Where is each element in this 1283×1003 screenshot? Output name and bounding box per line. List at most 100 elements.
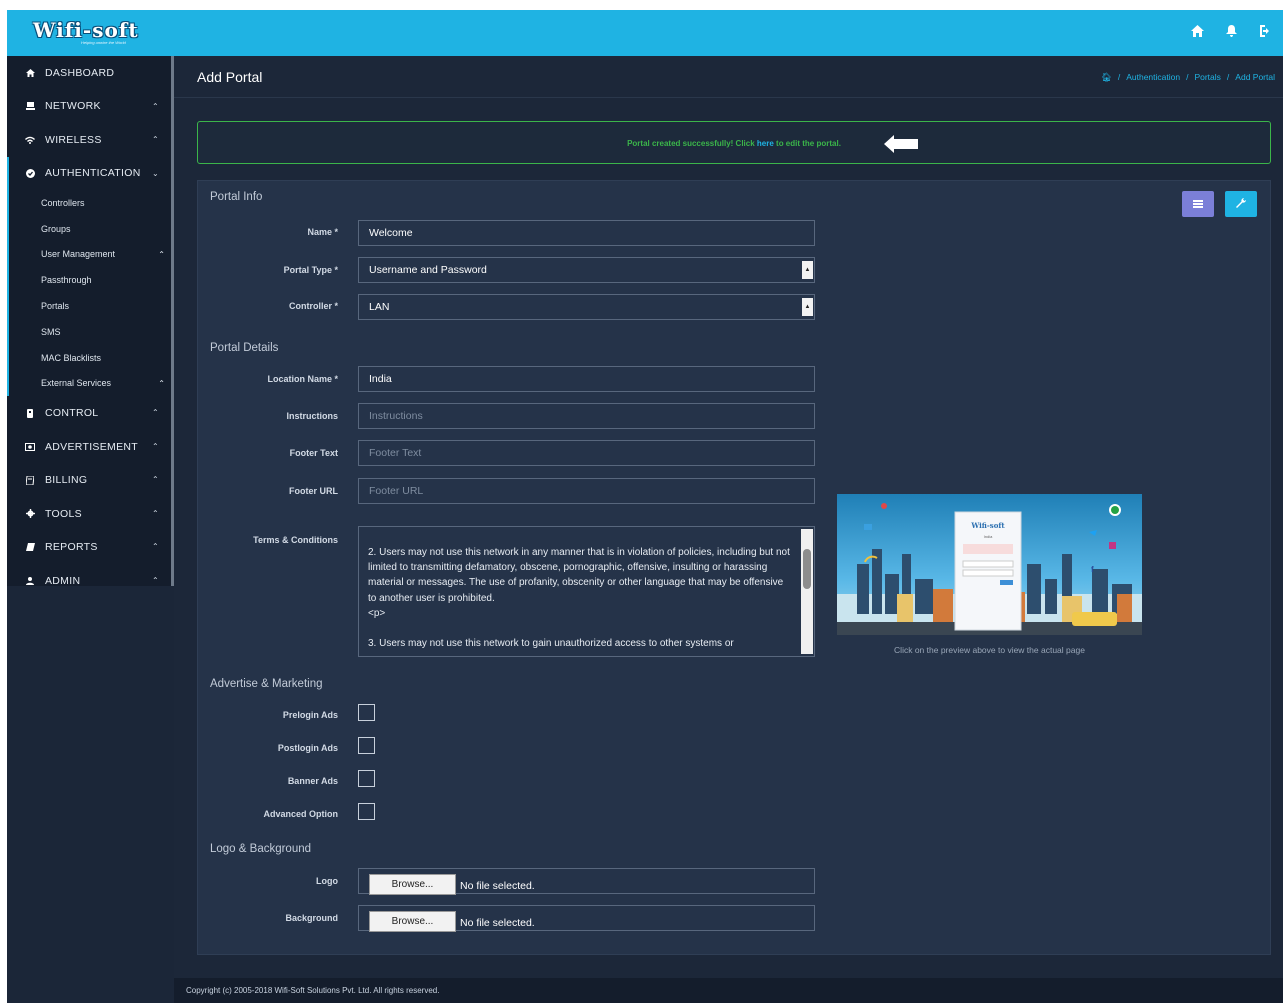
chevron-up-icon: ⌃: [151, 508, 159, 518]
sidebar-item-admin[interactable]: ADMIN ⌃: [7, 564, 171, 598]
submenu-item-groups[interactable]: Groups: [9, 216, 171, 242]
chevron-up-icon: ⌃: [151, 135, 159, 144]
chevron-up-icon: ⌃: [158, 378, 165, 388]
home-icon[interactable]: 🏠︎: [1101, 72, 1112, 82]
brand-logo[interactable]: Wifi-soft Helping unwire the World: [29, 16, 149, 50]
submenu-item-user-management[interactable]: User Management ⌃: [9, 242, 171, 268]
breadcrumb-authentication[interactable]: Authentication: [1126, 72, 1180, 82]
sidebar-item-control[interactable]: CONTROL ⌃: [7, 396, 171, 430]
advanced-option-label: Advanced Option: [263, 809, 338, 819]
alert-text-end: to edit the portal.: [773, 139, 841, 148]
submenu-item-external-services[interactable]: External Services ⌃: [9, 371, 171, 397]
submenu-item-sms[interactable]: SMS: [9, 319, 171, 345]
logo-label: Logo: [316, 876, 338, 886]
sidebar-item-reports[interactable]: REPORTS ⌃: [7, 530, 171, 564]
brand-tagline: Helping unwire the World: [81, 40, 126, 45]
sidebar-item-billing[interactable]: BILLING ⌃: [7, 463, 171, 497]
control-icon: [25, 408, 35, 418]
section-logo-background: Logo & Background: [210, 843, 312, 855]
home-icon[interactable]: [1189, 23, 1205, 39]
preview-caption: Click on the preview above to view the a…: [894, 645, 1085, 655]
name-label: Name *: [307, 227, 338, 237]
logo-browse-button[interactable]: Browse...: [369, 874, 456, 895]
dropdown-arrow-icon: ▲: [802, 298, 813, 316]
svg-text:Wifi-soft: Wifi-soft: [970, 521, 1005, 530]
name-input[interactable]: [358, 220, 815, 246]
submenu-item-mac-blacklists[interactable]: MAC Blacklists: [9, 345, 171, 371]
prelogin-ads-checkbox[interactable]: [358, 704, 375, 721]
submenu-item-passthrough[interactable]: Passthrough: [9, 267, 171, 293]
breadcrumb-add-portal[interactable]: Add Portal: [1235, 72, 1275, 82]
portal-form-panel: Portal Info Name * Portal Type * Usernam…: [197, 180, 1271, 955]
footer-url-input[interactable]: [358, 478, 815, 504]
home-icon: [25, 68, 35, 78]
sidebar-item-authentication[interactable]: AUTHENTICATION ⌄: [7, 156, 171, 190]
banner-ads-checkbox[interactable]: [358, 770, 375, 787]
sidebar-item-label: CONTROL: [45, 407, 99, 420]
sidebar-item-wireless[interactable]: WIRELESS ⌃: [7, 123, 171, 157]
portal-preview-image[interactable]: Wifi-soft India f: [837, 494, 1142, 635]
prelogin-ads-label: Prelogin Ads: [282, 710, 338, 720]
brand-name: Wifi-soft: [33, 18, 139, 42]
breadcrumb-portals[interactable]: Portals: [1194, 72, 1220, 82]
sidebar-item-label: WIRELESS: [45, 133, 102, 146]
wifi-icon: [25, 135, 35, 145]
footer-text-label: Footer Text: [289, 448, 338, 458]
list-button[interactable]: [1182, 191, 1214, 217]
location-name-input[interactable]: [358, 366, 815, 392]
app-window: Wifi-soft Helping unwire the World DASHB…: [7, 10, 1283, 1003]
logout-icon[interactable]: [1257, 23, 1273, 39]
background-browse-button[interactable]: Browse...: [369, 911, 456, 932]
portal-type-select[interactable]: Username and Password ▲: [358, 257, 815, 283]
background-no-file-text: No file selected.: [460, 917, 535, 929]
sidebar-item-label: ADMIN: [45, 574, 81, 587]
bell-icon[interactable]: [1223, 23, 1239, 39]
sidebar-item-tools[interactable]: TOOLS ⌃: [7, 497, 171, 531]
sidebar-item-label: AUTHENTICATION: [45, 167, 141, 180]
location-name-label: Location Name *: [267, 374, 338, 384]
monitor-icon: [25, 101, 35, 111]
sidebar-item-dashboard[interactable]: DASHBOARD: [7, 56, 171, 90]
sidebar-item-label: BILLING: [45, 474, 88, 487]
portal-type-value: Username and Password: [369, 264, 487, 276]
chevron-up-icon: ⌃: [151, 542, 159, 552]
sidebar-item-label: DASHBOARD: [45, 66, 115, 79]
terms-scrollbar[interactable]: [801, 529, 813, 654]
section-advertise: Advertise & Marketing: [210, 678, 323, 690]
instructions-input[interactable]: [358, 403, 815, 429]
wrench-icon: [1236, 195, 1246, 213]
main-content: Add Portal 🏠︎ / Authentication / Portals / Add…: [174, 56, 1283, 1003]
sidebar-item-network[interactable]: NETWORK ⌃: [7, 90, 171, 124]
instructions-label: Instructions: [286, 411, 338, 421]
submenu-item-portals[interactable]: Portals: [9, 293, 171, 319]
section-portal-details: Portal Details: [210, 342, 279, 354]
logo-file-input: Browse... No file selected.: [358, 868, 815, 895]
postlogin-ads-label: Postlogin Ads: [277, 743, 338, 753]
sidebar-item-label: TOOLS: [45, 507, 82, 520]
report-icon: [25, 542, 35, 552]
list-icon: [1193, 195, 1203, 213]
postlogin-ads-checkbox[interactable]: [358, 737, 375, 754]
terms-textarea[interactable]: 2. Users may not use this network in any…: [358, 526, 815, 657]
breadcrumb: 🏠︎ / Authentication / Portals / Add Portal: [1098, 72, 1278, 83]
page-header: Add Portal 🏠︎ / Authentication / Portals / Add…: [174, 56, 1283, 98]
sidebar-item-advertisement[interactable]: ADVERTISEMENT ⌃: [7, 430, 171, 464]
submenu-item-controllers[interactable]: Controllers: [9, 190, 171, 216]
controller-select[interactable]: LAN ▲: [358, 294, 815, 320]
settings-button[interactable]: [1225, 191, 1257, 217]
portal-type-label: Portal Type *: [283, 265, 338, 275]
sidebar-item-label: REPORTS: [45, 541, 98, 554]
background-file-input: Browse... No file selected.: [358, 905, 815, 932]
terms-text: 2. Users may not use this network in any…: [368, 547, 790, 650]
footer-url-label: Footer URL: [289, 486, 338, 496]
chevron-down-icon: ⌄: [151, 168, 159, 178]
background-label: Background: [285, 913, 338, 923]
advanced-option-checkbox[interactable]: [358, 803, 375, 820]
chevron-up-icon: ⌃: [151, 575, 159, 585]
footer-text-input[interactable]: [358, 440, 815, 466]
scroll-thumb[interactable]: [803, 549, 811, 589]
edit-portal-link[interactable]: here: [757, 139, 774, 148]
authentication-submenu: Controllers Groups User Management ⌃ Pas…: [7, 190, 171, 397]
breadcrumb-separator: /: [1226, 72, 1230, 82]
billing-icon: [25, 475, 35, 485]
